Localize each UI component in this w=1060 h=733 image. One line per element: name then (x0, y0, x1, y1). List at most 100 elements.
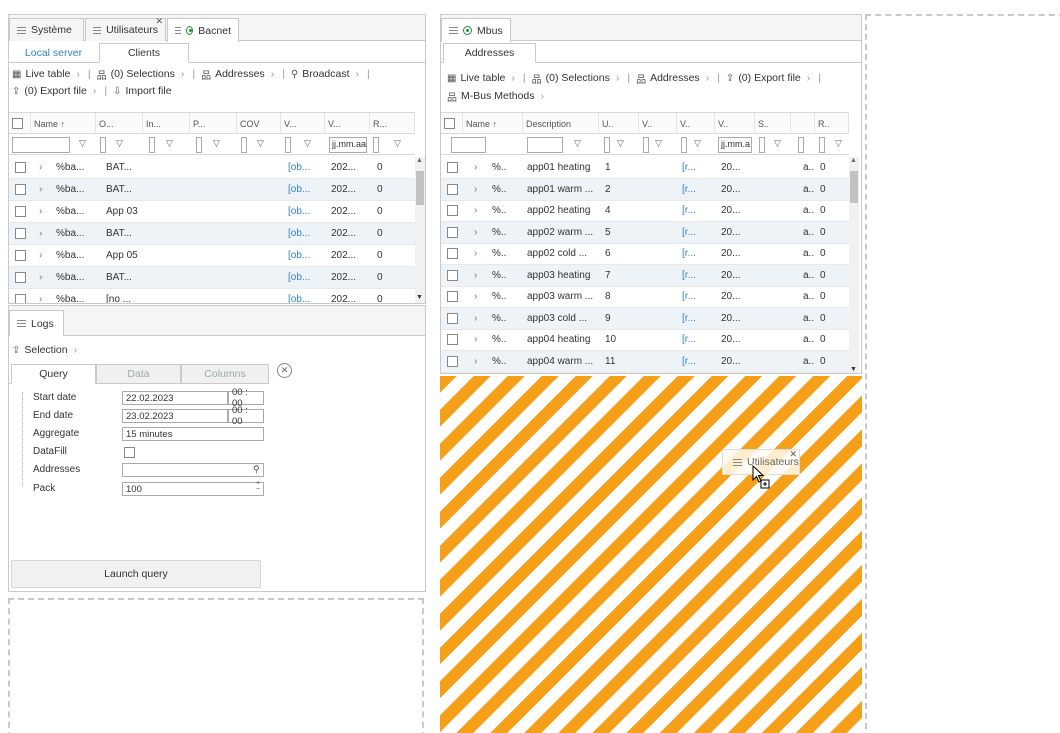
col-v2[interactable]: V.. (677, 113, 715, 134)
row-checkbox-cell[interactable] (447, 286, 458, 307)
table-row[interactable]: › %.. app04 heating 10 [r... 20... a.. 0 (441, 329, 849, 351)
col-instance[interactable]: In... (143, 113, 190, 134)
row-checkbox[interactable] (15, 294, 26, 303)
scrollbar-thumb[interactable] (416, 171, 424, 205)
end-time-field[interactable]: 00 : 00 (228, 405, 264, 427)
expand-chevron-icon[interactable]: › (474, 351, 477, 372)
table-row[interactable]: › %.. app04 warm ... 11 [r... 20... a.. … (441, 350, 849, 373)
table-row[interactable]: › %ba... BAT... [ob... 202... 0 (9, 267, 415, 289)
expand-chevron-icon[interactable]: › (39, 157, 42, 178)
row-checkbox[interactable] (447, 226, 458, 238)
end-date-field[interactable]: 23.02.2023 (122, 409, 228, 423)
broadcast-button[interactable]: Broadcast (302, 68, 349, 80)
aggregate-select[interactable]: 15 minutes (122, 427, 264, 441)
row-checkbox[interactable] (15, 162, 26, 173)
select-all-cell[interactable] (9, 113, 31, 134)
cell-value-link[interactable]: [r... (682, 179, 696, 200)
cell-value-link[interactable]: [r... (682, 200, 696, 221)
addresses-button[interactable]: Addresses (215, 68, 265, 80)
export-file-button[interactable]: (0) Export file (24, 85, 86, 97)
date-filter-input[interactable]: jj.mm.aa (329, 137, 367, 153)
blank-filter-input[interactable] (798, 137, 804, 153)
row-checkbox-cell[interactable] (447, 222, 458, 243)
table-row[interactable]: › %.. app02 heating 4 [r... 20... a.. 0 (441, 200, 849, 222)
expand-chevron-icon[interactable]: › (39, 267, 42, 288)
tab-systeme[interactable]: Système (9, 18, 84, 41)
filter-icon[interactable]: ▽ (304, 138, 311, 149)
row-checkbox-cell[interactable] (447, 308, 458, 329)
table-row[interactable]: › %.. app02 cold ... 6 [r... 20... a.. 0 (441, 243, 849, 265)
row-checkbox[interactable] (447, 334, 458, 345)
row-checkbox-cell[interactable] (447, 157, 458, 178)
addresses-button[interactable]: Addresses (650, 72, 700, 84)
row-checkbox-cell[interactable] (447, 351, 458, 372)
subtab-clients[interactable]: Clients (99, 43, 189, 63)
property-filter-input[interactable] (196, 137, 202, 153)
expand-chevron-icon[interactable]: › (474, 179, 477, 200)
table-row[interactable]: › %.. app03 heating 7 [r... 20... a.. 0 (441, 264, 849, 287)
tab-bacnet[interactable]: Bacnet (167, 18, 239, 42)
datafill-checkbox[interactable] (124, 447, 135, 458)
table-row[interactable]: › %ba... [no ... [ob... 202... 0 (9, 289, 415, 303)
col-blank[interactable] (791, 113, 815, 134)
name-filter-input[interactable] (451, 137, 486, 153)
table-row[interactable]: › %ba... BAT... [ob... 202... 0 (9, 179, 415, 201)
name-filter-input[interactable] (12, 137, 70, 153)
table-row[interactable]: › %ba... App 03 [ob... 202... 0 (9, 201, 415, 223)
subtab-addresses[interactable]: Addresses (443, 43, 536, 63)
cell-value-link[interactable]: [r... (682, 308, 696, 329)
tab-utilisateurs[interactable]: Utilisateurs ✕ (85, 17, 166, 41)
scroll-down-icon[interactable]: ▼ (416, 294, 423, 301)
scroll-up-icon[interactable]: ▲ (850, 157, 857, 164)
cell-value-link[interactable]: [ob... (288, 267, 310, 288)
row-checkbox-cell[interactable] (447, 179, 458, 200)
expand-chevron-icon[interactable]: › (474, 329, 477, 350)
col-v1[interactable]: V.. (639, 113, 677, 134)
row-checkbox-cell[interactable] (15, 157, 26, 178)
select-all-cell[interactable] (441, 113, 463, 134)
mbus-methods-button[interactable]: M-Bus Methods (461, 90, 535, 102)
col-s[interactable]: S.. (755, 113, 791, 134)
col-v3[interactable]: V.. (715, 113, 755, 134)
select-all-checkbox[interactable] (444, 118, 455, 129)
row-checkbox-cell[interactable] (447, 265, 458, 286)
cov-filter-input[interactable] (241, 137, 247, 153)
expand-chevron-icon[interactable]: › (39, 223, 42, 244)
live-table-button[interactable]: Live table (460, 72, 505, 84)
col-value[interactable]: V... (281, 113, 325, 134)
start-time-field[interactable]: 00 : 00 (228, 387, 264, 409)
v1-filter-input[interactable] (643, 137, 649, 153)
cell-value-link[interactable]: [ob... (288, 289, 310, 303)
import-file-button[interactable]: Import file (125, 85, 171, 97)
col-property[interactable]: P... (190, 113, 237, 134)
selections-button[interactable]: (0) Selections (546, 72, 610, 84)
expand-chevron-icon[interactable]: › (39, 179, 42, 200)
cell-value-link[interactable]: [r... (682, 157, 696, 178)
row-checkbox[interactable] (15, 228, 26, 239)
row-checkbox[interactable] (447, 162, 458, 173)
row-checkbox[interactable] (447, 183, 458, 195)
table-row[interactable]: › %.. app01 heating 1 [r... 20... a.. 0 (441, 157, 849, 179)
col-r[interactable]: R.. (815, 113, 849, 134)
filter-icon[interactable]: ▽ (835, 138, 842, 149)
filter-icon[interactable]: ▽ (116, 138, 123, 149)
subtab-local-server[interactable]: Local server (11, 43, 96, 63)
filter-icon[interactable]: ▽ (774, 138, 781, 149)
cell-value-link[interactable]: [r... (682, 329, 696, 350)
row-checkbox[interactable] (447, 248, 458, 259)
launch-query-button[interactable]: Launch query (11, 560, 261, 588)
col-r[interactable]: R... (370, 113, 415, 134)
cell-value-link[interactable]: [ob... (288, 245, 310, 266)
close-query-icon[interactable]: ✕ (277, 363, 292, 378)
expand-chevron-icon[interactable]: › (474, 222, 477, 243)
tab-mbus[interactable]: Mbus (441, 18, 511, 42)
row-checkbox[interactable] (447, 312, 458, 324)
expand-chevron-icon[interactable]: › (39, 245, 42, 266)
expand-chevron-icon[interactable]: › (474, 265, 477, 286)
r-filter-input[interactable] (819, 137, 825, 153)
filter-icon[interactable]: ▽ (257, 138, 264, 149)
col-cov[interactable]: COV (237, 113, 281, 134)
table-row[interactable]: › %.. app01 warm ... 2 [r... 20... a.. 0 (441, 178, 849, 201)
row-checkbox-cell[interactable] (447, 200, 458, 221)
table-row[interactable]: › %.. app02 warm ... 5 [r... 20... a.. 0 (441, 221, 849, 244)
